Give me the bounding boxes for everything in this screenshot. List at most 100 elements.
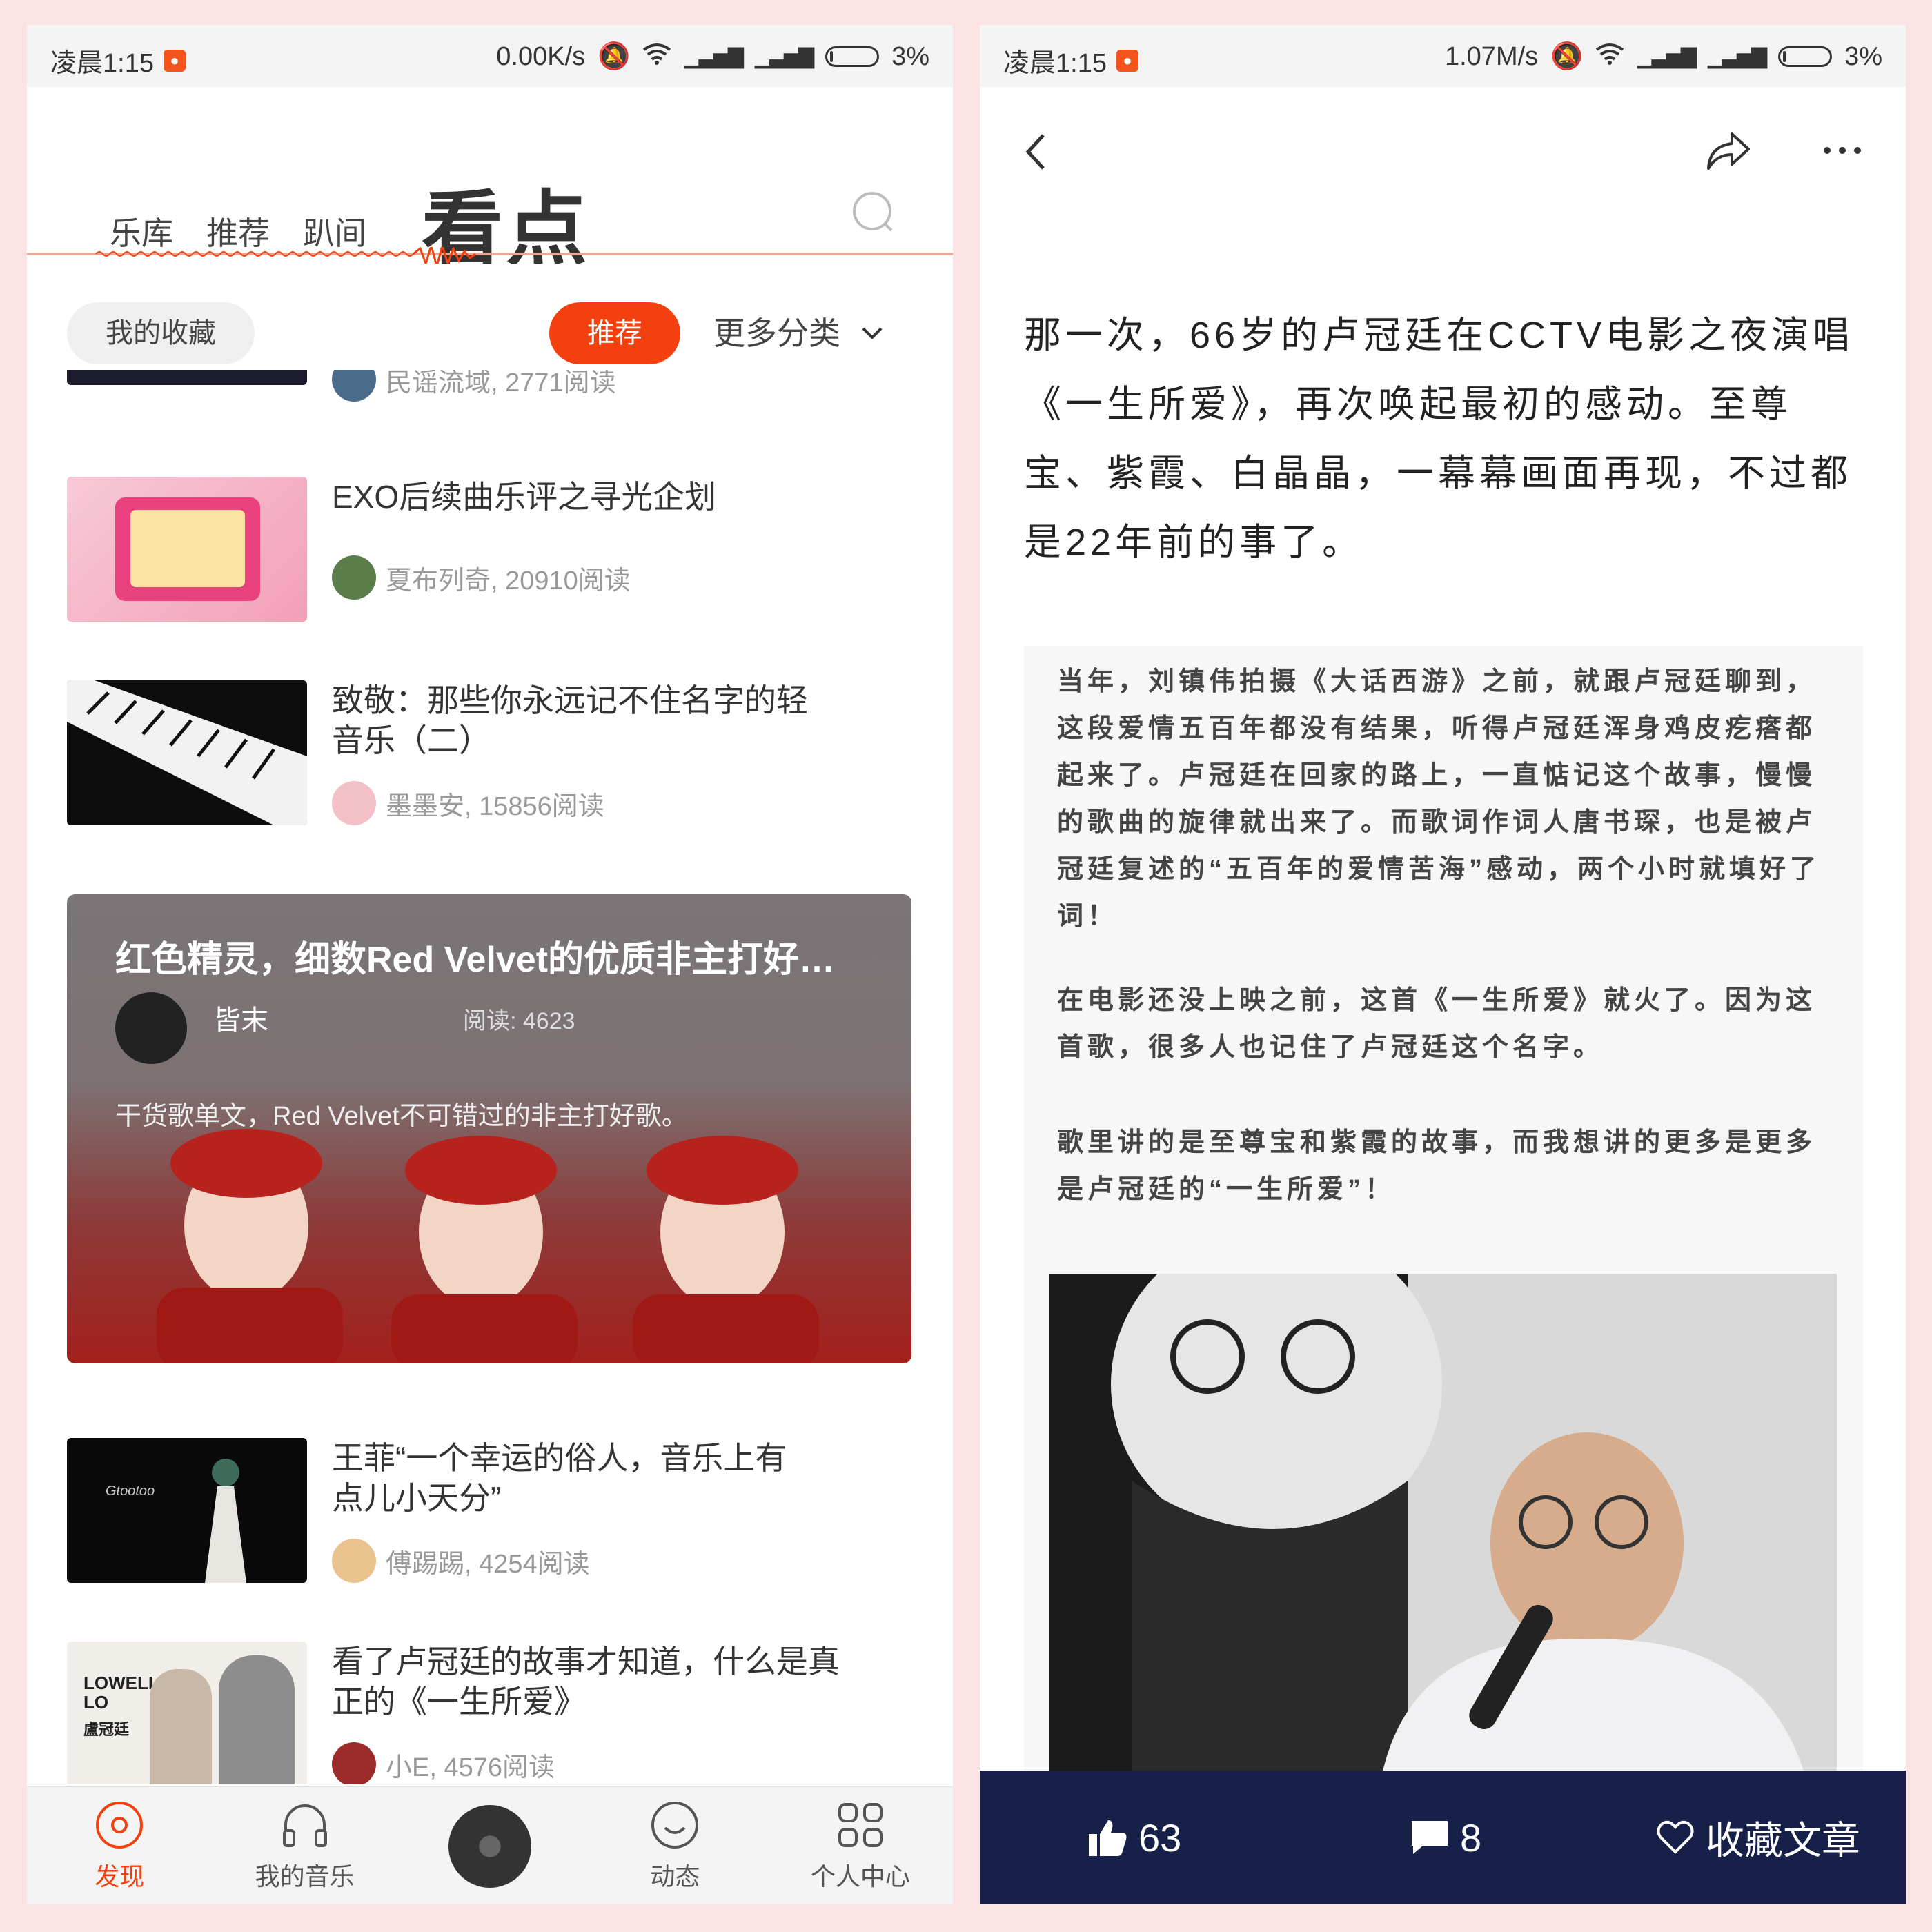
comment-count: 8 [1460,1815,1482,1860]
record-icon: ● [163,49,186,72]
bottom-nav: 发现 我的音乐 动态 个人中心 [27,1786,953,1904]
nav-label: 个人中心 [810,1862,910,1891]
signal-icon: ▁▃▅▇ [1637,45,1696,68]
list-item[interactable]: EXO后续曲乐评之寻光企划 夏布列奇, 20910阅读 [67,477,929,622]
nav-profile[interactable]: 个人中心 [768,1787,953,1904]
like-button[interactable]: 63 [1087,1815,1181,1860]
smile-icon [651,1801,699,1849]
item-title: 致敬：那些你永远记不住名字的轻音乐（二） [332,682,808,758]
chevron-down-icon [862,327,883,339]
mute-icon: 🔕 [598,42,631,71]
my-favorites-button[interactable]: 我的收藏 [67,302,255,364]
author-avatar [332,555,376,600]
nav-my-music[interactable]: 我的音乐 [212,1787,397,1904]
wifi-icon [642,42,671,72]
nav-label: 我的音乐 [255,1862,355,1891]
thumbnail: LOWELL LO 盧冠廷 [67,1642,307,1784]
read-count: 20910阅读 [505,566,631,595]
article-toolbar [980,87,1906,197]
read-count: 4254阅读 [479,1549,590,1579]
thumb-logo: LOWELL LO [83,1673,159,1713]
comment-button[interactable]: 8 [1410,1815,1481,1860]
thumb-logo: Gtootoo [106,1483,155,1499]
list-item[interactable]: 民谣流域, 2771阅读 [67,370,929,402]
author-avatar [332,1539,376,1583]
signal-icon-2: ▁▃▅▇ [754,45,814,68]
quote-paragraph-3: 歌里讲的是至尊宝和紫霞的故事，而我想讲的更多是更多是卢冠廷的“一生所爱”！ [1057,1128,1817,1204]
thumbnail [67,370,307,385]
featured-author: 皆末 [213,1005,268,1036]
list-item[interactable]: 致敬：那些你永远记不住名字的轻音乐（二） 墨墨安, 15856阅读 [67,680,929,825]
comment-icon [1412,1821,1448,1854]
disc-icon [448,1804,532,1888]
featured-desc: 干货歌单文，Red Velvet不可错过的非主打好歌。 [115,1102,688,1131]
nav-now-playing[interactable] [397,1787,582,1904]
search-icon[interactable] [851,190,894,233]
featured-card[interactable]: 红色精灵，细数Red Velvet的优质非主打好… 皆末 阅读: 4623 干货… [67,894,911,1363]
battery-level: 3% [1844,41,1882,71]
like-count: 63 [1138,1815,1182,1860]
thumbnail: Gtootoo [67,1438,307,1583]
thumbnail [67,680,307,825]
article-action-bar: 63 8 收藏文章 [980,1771,1906,1904]
more-categories-button[interactable]: 更多分类 [713,302,883,364]
nav-label: 发现 [95,1862,145,1891]
record-icon: ● [1116,49,1138,72]
item-title: 王菲“一个幸运的俗人，音乐上有点儿小天分” [332,1440,787,1516]
more-categories-label: 更多分类 [713,315,840,351]
wifi-icon [1595,42,1624,72]
list-item[interactable]: Gtootoo 王菲“一个幸运的俗人，音乐上有点儿小天分” 傅踢踢, 4254阅… [67,1438,929,1583]
author-name: 小E [386,1753,430,1782]
nav-discover[interactable]: 发现 [27,1787,212,1904]
list-item[interactable]: LOWELL LO 盧冠廷 看了卢冠廷的故事才知道，什么是真正的《一生所爱》 小… [67,1642,929,1784]
article-screen: 凌晨1:15 ● 1.07M/s 🔕 ▁▃▅▇ ▁▃▅▇ 3% 那一次，66岁的卢… [980,25,1906,1904]
battery-level: 3% [891,41,929,71]
heart-icon [1657,1820,1694,1854]
collect-label: 收藏文章 [1706,1818,1860,1862]
featured-image [157,1129,819,1363]
network-speed: 1.07M/s [1444,41,1539,71]
item-title: 看了卢冠廷的故事才知道，什么是真正的《一生所爱》 [332,1644,840,1719]
author-name: 墨墨安 [386,791,465,821]
author-avatar [332,781,376,825]
read-count: 4576阅读 [444,1753,555,1782]
thumbs-up-icon [1089,1820,1127,1856]
discover-icon [96,1801,144,1849]
top-tabs: 乐库 推荐 趴间 看点 [27,87,953,275]
collect-button[interactable]: 收藏文章 [1656,1810,1860,1866]
battery-icon [1778,46,1833,67]
article-intro: 那一次，66岁的卢冠廷在CCTV电影之夜演唱《一生所爱》，再次唤起最初的感动。至… [1024,315,1855,563]
featured-title: 红色精灵，细数Red Velvet的优质非主打好… [115,940,836,980]
status-bar: 凌晨1:15 ● 1.07M/s 🔕 ▁▃▅▇ ▁▃▅▇ 3% [980,25,1906,87]
more-icon[interactable] [1822,145,1863,156]
author-avatar [332,370,376,402]
nav-activity[interactable]: 动态 [582,1787,767,1904]
status-time: 凌晨1:15 [1003,49,1107,78]
quote-paragraph-2: 在电影还没上映之前，这首《一生所爱》就火了。因为这首歌，很多人也记住了卢冠廷这个… [1057,986,1817,1062]
author-avatar [115,992,187,1064]
nav-label: 动态 [650,1862,700,1891]
author-name: 夏布列奇 [386,566,491,595]
discover-screen: 凌晨1:15 ● 0.00K/s 🔕 ▁▃▅▇ ▁▃▅▇ 3% 乐库 推荐 趴间 … [27,25,953,1904]
author-name: 傅踢踢 [386,1549,465,1579]
featured-reads: 阅读: 4623 [463,1008,575,1034]
headphones-icon [282,1804,327,1847]
signal-icon-2: ▁▃▅▇ [1707,45,1767,68]
grid-icon [838,1802,883,1847]
share-icon[interactable] [1704,128,1753,172]
read-count: 15856阅读 [479,791,604,821]
signal-icon: ▁▃▅▇ [684,45,743,68]
status-time: 凌晨1:15 [50,49,154,78]
status-bar: 凌晨1:15 ● 0.00K/s 🔕 ▁▃▅▇ ▁▃▅▇ 3% [27,25,953,87]
filter-bar: 我的收藏 推荐 更多分类 [27,264,953,374]
quote-image: 当年，刘镇伟拍摄《大话西游》之前，就跟卢冠廷聊到，这段爱情五百年都没有结果，听得… [1024,646,1863,1791]
battery-icon [825,46,880,67]
item-title: EXO后续曲乐评之寻光企划 [332,479,717,515]
article-feed[interactable]: 民谣流域, 2771阅读 EXO后续曲乐评之寻光企划 夏布列奇, 20910阅读… [27,370,953,1784]
thumb-logo-cn: 盧冠廷 [83,1721,130,1738]
article-photo [1049,1274,1837,1784]
network-speed: 0.00K/s [496,41,586,71]
recommend-button[interactable]: 推荐 [549,302,680,364]
quote-paragraph-1: 当年，刘镇伟拍摄《大话西游》之前，就跟卢冠廷聊到，这段爱情五百年都没有结果，听得… [1057,667,1821,931]
back-icon[interactable] [1024,132,1046,171]
